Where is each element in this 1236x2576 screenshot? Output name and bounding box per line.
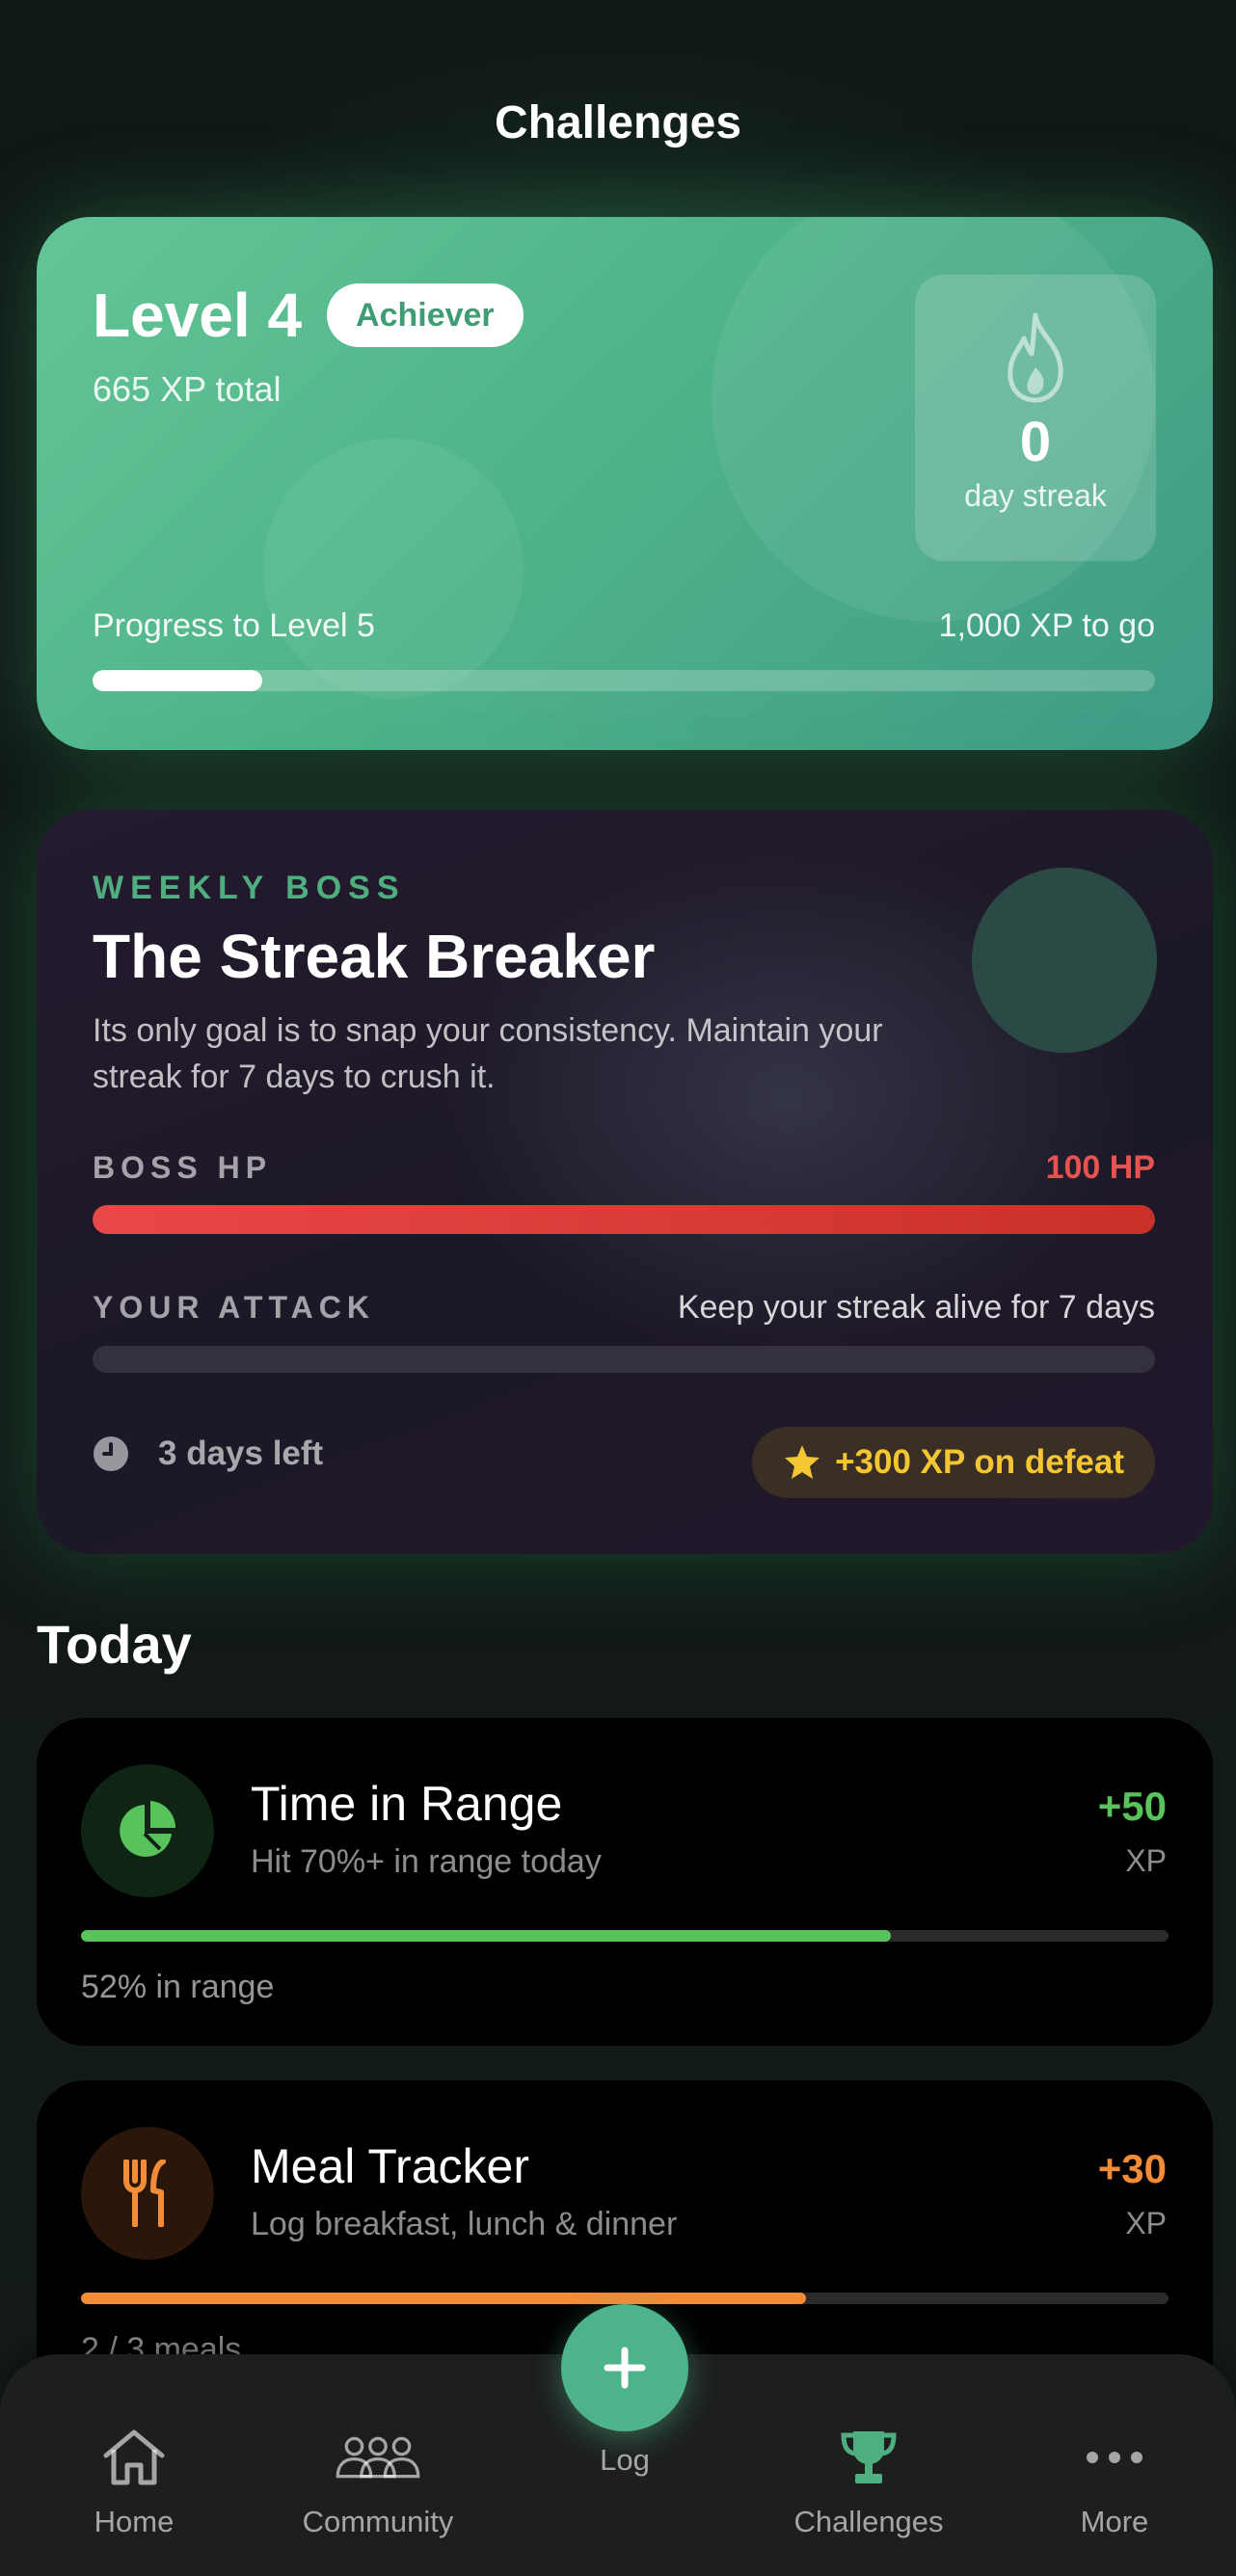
- boss-eyebrow: WEEKLY BOSS: [93, 870, 406, 906]
- boss-hp-fill: [93, 1205, 1155, 1234]
- progress-remaining: 1,000 XP to go: [938, 607, 1155, 644]
- log-label: Log: [600, 2443, 650, 2477]
- reward-pill: +300 XP on defeat: [752, 1427, 1155, 1498]
- boss-card[interactable]: WEEKLY BOSS The Streak Breaker Its only …: [37, 810, 1213, 1554]
- streak-value: 0: [1019, 411, 1052, 473]
- challenge-xp-unit: XP: [1125, 1843, 1167, 1878]
- streak-box[interactable]: 0 day streak: [915, 275, 1156, 561]
- boss-hp-value: 100 HP: [1045, 1149, 1155, 1186]
- streak-label: day streak: [964, 478, 1107, 513]
- challenge-card-time-in-range[interactable]: Time in Range Hit 70%+ in range today +5…: [37, 1718, 1213, 2046]
- page-title: Challenges: [494, 97, 742, 148]
- challenge-title: Meal Tracker: [251, 2139, 529, 2193]
- fork-knife-icon: [81, 2127, 214, 2260]
- challenge-subtitle: Hit 70%+ in range today: [251, 1843, 602, 1880]
- home-icon: [91, 2424, 177, 2491]
- star-icon: [785, 1445, 820, 1479]
- trophy-icon: [825, 2424, 912, 2491]
- pie-chart-icon: [81, 1764, 214, 1897]
- tab-community[interactable]: Community: [272, 2354, 484, 2576]
- section-title-today: Today: [37, 1614, 192, 1675]
- challenge-progress-bar: [81, 2293, 1169, 2304]
- tab-more[interactable]: More: [1008, 2354, 1221, 2576]
- challenge-subtitle: Log breakfast, lunch & dinner: [251, 2206, 678, 2242]
- log-button[interactable]: [561, 2304, 688, 2431]
- plus-icon: [604, 2347, 646, 2389]
- level-progress-bar: [93, 670, 1155, 691]
- tab-label: More: [1080, 2505, 1149, 2538]
- tab-label: Home: [94, 2505, 175, 2538]
- more-icon: [1071, 2424, 1158, 2491]
- progress-label: Progress to Level 5: [93, 607, 375, 644]
- boss-hp-label: BOSS HP: [93, 1150, 273, 1185]
- attack-label: YOUR ATTACK: [93, 1290, 375, 1325]
- level-card[interactable]: Level 4 Achiever 665 XP total 0 day stre…: [37, 217, 1213, 750]
- xp-total: 665 XP total: [93, 369, 282, 409]
- level-title: Level 4: [93, 281, 303, 350]
- tab-home[interactable]: Home: [28, 2354, 240, 2576]
- level-progress-fill: [93, 670, 263, 691]
- time-left-label: 3 days left: [158, 1435, 324, 1472]
- level-title-row: Level 4 Achiever: [93, 280, 524, 351]
- flame-icon: [1008, 312, 1063, 403]
- challenge-xp-unit: XP: [1125, 2206, 1167, 2241]
- level-badge: Achiever: [327, 283, 524, 347]
- clock-icon: [94, 1436, 128, 1471]
- challenge-status: 52% in range: [81, 1969, 275, 2005]
- attack-progress-bar: [93, 1346, 1155, 1373]
- decorative-circle: [263, 439, 524, 699]
- attack-goal: Keep your streak alive for 7 days: [677, 1289, 1155, 1326]
- challenge-progress-bar: [81, 1930, 1169, 1942]
- community-icon: [335, 2424, 421, 2491]
- challenge-progress-fill: [81, 1930, 892, 1942]
- boss-description: Its only goal is to snap your consistenc…: [93, 1012, 883, 1095]
- tab-challenges[interactable]: Challenges: [763, 2354, 975, 2576]
- reward-label: +300 XP on defeat: [835, 1443, 1124, 1481]
- boss-name: The Streak Breaker: [93, 922, 656, 991]
- time-left: 3 days left: [93, 1435, 323, 1473]
- tab-bar: Home Community Log Challenges More: [0, 2304, 1236, 2576]
- tab-label: Challenges: [793, 2505, 944, 2538]
- boss-hp-bar: [93, 1205, 1155, 1234]
- challenge-xp: +30: [1097, 2146, 1167, 2191]
- challenge-xp: +50: [1097, 1784, 1167, 1829]
- challenge-title: Time in Range: [251, 1777, 563, 1831]
- challenge-progress-fill: [81, 2293, 807, 2304]
- boss-avatar: [972, 868, 1157, 1053]
- tab-label: Community: [302, 2505, 454, 2538]
